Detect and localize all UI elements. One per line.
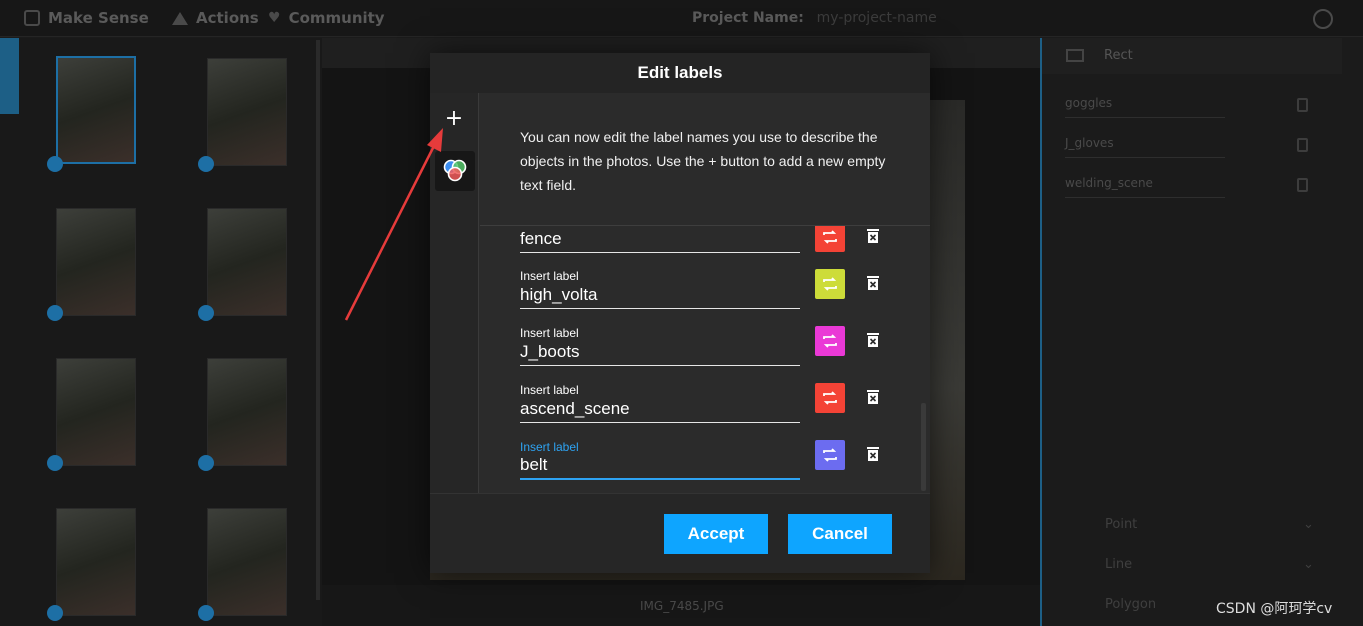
delete-icon[interactable] (866, 446, 880, 462)
change-color-button[interactable] (815, 383, 845, 413)
label-input[interactable] (520, 283, 800, 309)
repeat-icon (823, 334, 837, 348)
chevron-down-icon: ⌄ (1303, 557, 1314, 572)
label-input[interactable] (520, 227, 800, 253)
watermark: CSDN @阿珂学cv (1216, 601, 1333, 617)
chevron-down-icon: ⌄ (1303, 517, 1314, 532)
accept-button[interactable]: Accept (664, 514, 768, 554)
polygon-tool-label: Polygon (1105, 597, 1157, 612)
edit-labels-dialog: Edit labels + You can now edit the label… (430, 53, 930, 573)
dialog-header: Edit labels (430, 53, 930, 93)
left-side-tab[interactable] (0, 38, 19, 114)
image-thumbnail[interactable] (56, 56, 136, 164)
panel-label-item[interactable]: goggles (1065, 92, 1225, 118)
cancel-button[interactable]: Cancel (788, 514, 892, 554)
project-name: Project Name: my-project-name (692, 10, 937, 26)
image-thumbnail[interactable] (56, 208, 136, 316)
actions-label: Actions (196, 9, 259, 27)
current-image-name: IMG_7485.JPG (640, 599, 724, 613)
check-icon (47, 305, 63, 321)
point-tool-label: Point (1105, 517, 1138, 532)
add-label-button[interactable]: + (442, 108, 466, 132)
delete-icon[interactable] (866, 332, 880, 348)
delete-icon[interactable] (866, 275, 880, 291)
community-label: Community (288, 9, 385, 27)
top-navigation-bar: Make Sense Actions ♥ Community Project N… (0, 0, 1363, 37)
project-name-value[interactable]: my-project-name (817, 10, 937, 26)
trash-icon[interactable] (1297, 178, 1308, 192)
label-caption: Insert label (520, 326, 579, 340)
line-tool-label: Line (1105, 557, 1133, 572)
image-thumbnail[interactable] (207, 508, 287, 616)
check-icon (47, 156, 63, 172)
panel-label-item[interactable]: J_gloves (1065, 132, 1225, 158)
repeat-icon (823, 391, 837, 405)
label-row-focused: Insert label (480, 440, 930, 493)
community-menu[interactable]: ♥ Community (268, 9, 385, 27)
repeat-icon (823, 277, 837, 291)
delete-icon[interactable] (866, 389, 880, 405)
image-navigation-bar: IMG_7485.JPG (322, 585, 1040, 626)
image-thumbnail[interactable] (207, 208, 287, 316)
delete-icon[interactable] (866, 228, 880, 244)
label-list: Insert label Insert label Insert label (480, 226, 930, 493)
check-icon (198, 305, 214, 321)
change-color-button[interactable] (815, 326, 845, 356)
rect-icon (1066, 49, 1084, 62)
rect-section-header[interactable]: Rect (1042, 38, 1342, 74)
heart-icon: ♥ (268, 10, 281, 26)
labels-panel (1040, 38, 1363, 626)
panel-label-item[interactable]: welding_scene (1065, 172, 1225, 198)
check-icon (47, 605, 63, 621)
change-color-button[interactable] (815, 269, 845, 299)
label-row: Insert label (480, 226, 930, 270)
image-thumbnail[interactable] (207, 358, 287, 466)
label-input[interactable] (520, 397, 800, 423)
dialog-title: Edit labels (637, 63, 723, 82)
label-caption: Insert label (520, 383, 579, 397)
image-list-scrollbar[interactable] (316, 40, 320, 600)
brand-name: Make Sense (48, 9, 149, 27)
label-row: Insert label (480, 383, 930, 440)
repeat-icon (823, 230, 837, 244)
actions-icon (172, 11, 188, 25)
label-row: Insert label (480, 269, 930, 326)
label-caption: Insert label (520, 269, 579, 283)
label-input[interactable] (520, 454, 800, 480)
github-icon[interactable] (1313, 9, 1333, 29)
dialog-description: You can now edit the label names you use… (520, 129, 886, 193)
change-color-button[interactable] (815, 440, 845, 470)
dialog-footer: Accept Cancel (430, 493, 930, 573)
trash-icon[interactable] (1297, 98, 1308, 112)
check-icon (198, 455, 214, 471)
brand[interactable]: Make Sense (24, 9, 149, 27)
image-thumbnail[interactable] (56, 508, 136, 616)
change-color-button[interactable] (815, 226, 845, 252)
label-list-scrollbar[interactable] (921, 403, 926, 491)
label-caption: Insert label (520, 440, 579, 454)
actions-menu[interactable]: Actions (172, 9, 259, 27)
image-thumbnail[interactable] (207, 58, 287, 166)
label-input[interactable] (520, 340, 800, 366)
check-icon (198, 605, 214, 621)
label-row: Insert label (480, 326, 930, 383)
trash-icon[interactable] (1297, 138, 1308, 152)
logo-icon (24, 10, 40, 26)
image-thumbnail[interactable] (56, 358, 136, 466)
repeat-icon (823, 448, 837, 462)
color-palette-button[interactable] (435, 151, 475, 191)
rect-section-title: Rect (1104, 48, 1133, 63)
project-name-label: Project Name: (692, 10, 804, 26)
check-icon (198, 156, 214, 172)
check-icon (47, 455, 63, 471)
palette-icon (443, 159, 467, 182)
